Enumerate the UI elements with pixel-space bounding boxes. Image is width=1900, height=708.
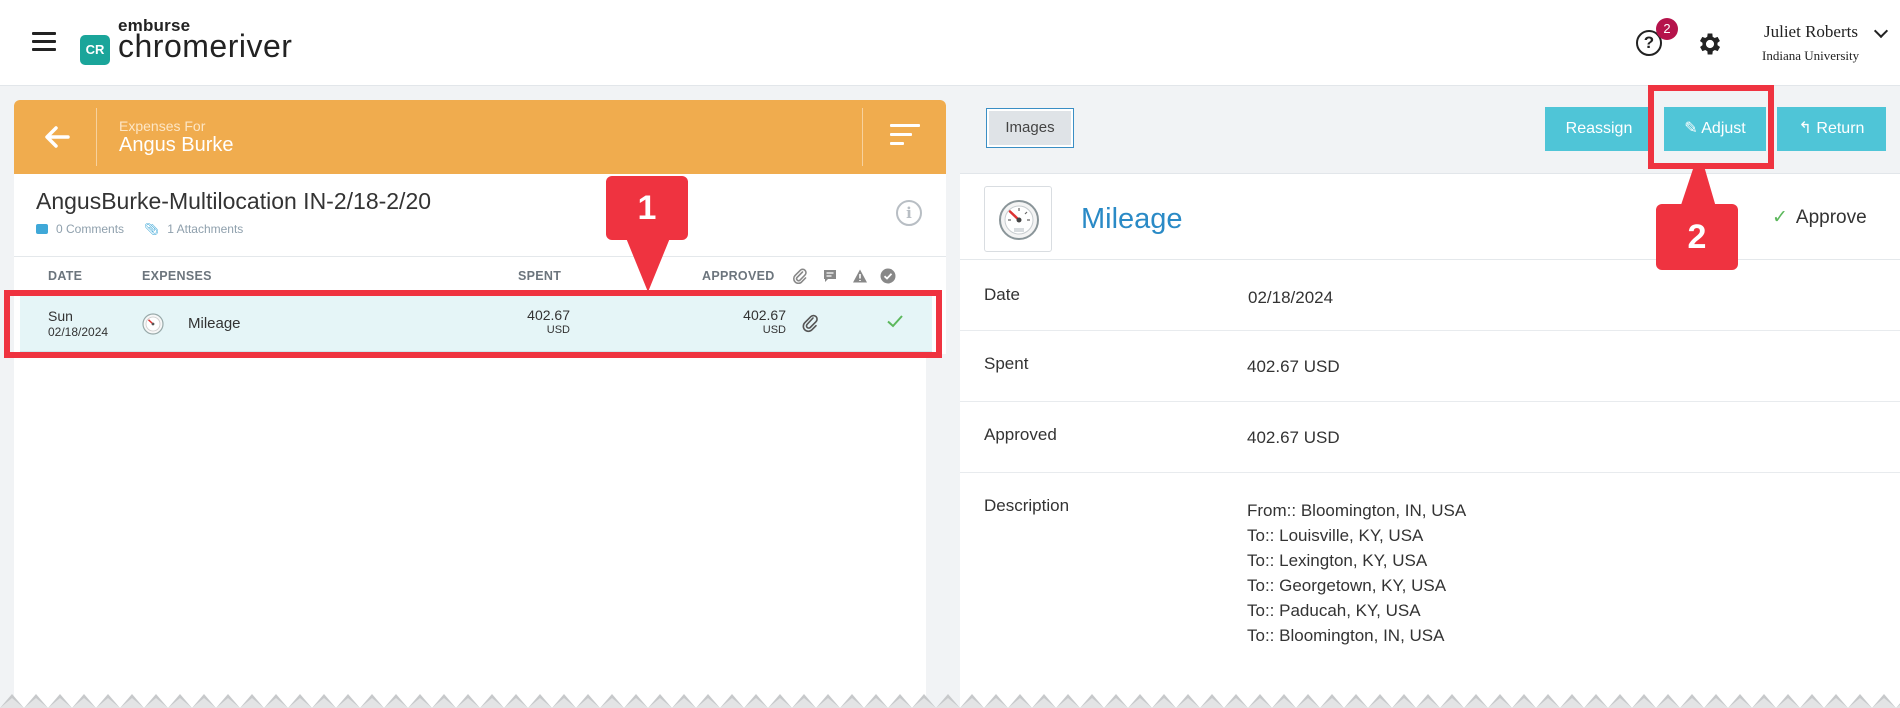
detail-row-date: Date 02/18/2024 bbox=[960, 261, 1900, 331]
description-line: To:: Louisville, KY, USA bbox=[1247, 526, 1424, 545]
annotation-highlight-row bbox=[4, 290, 942, 358]
description-line: From:: Bloomington, IN, USA bbox=[1247, 501, 1467, 520]
approve-button[interactable]: ✓ Approve bbox=[1772, 206, 1867, 229]
user-organization: Indiana University bbox=[1762, 48, 1860, 63]
logo-mark-icon: CR bbox=[80, 35, 110, 65]
approve-label: Approve bbox=[1795, 207, 1867, 228]
column-spent: SPENT bbox=[518, 269, 562, 283]
comment-icon bbox=[36, 224, 48, 234]
description-line: To:: Lexington, KY, USA bbox=[1247, 551, 1428, 570]
back-arrow-icon[interactable] bbox=[42, 122, 72, 152]
reply-icon: ↰ bbox=[1798, 120, 1812, 137]
return-label: Return bbox=[1816, 120, 1865, 137]
header-subtitle: Expenses For bbox=[119, 118, 206, 134]
help-badge: 2 bbox=[1656, 18, 1678, 40]
description-line: To:: Georgetown, KY, USA bbox=[1247, 576, 1447, 595]
comments-count[interactable]: 0 Comments bbox=[56, 222, 124, 236]
paperclip-icon: 📎︎ bbox=[144, 222, 160, 236]
comment-icon bbox=[824, 270, 836, 282]
info-icon[interactable]: i bbox=[896, 200, 922, 226]
detail-label: Description bbox=[984, 496, 1070, 515]
header-employee-name: Angus Burke bbox=[119, 134, 234, 156]
detail-row-approved: Approved 402.67 USD bbox=[960, 402, 1900, 473]
paperclip-icon bbox=[792, 268, 807, 284]
detail-label: Spent bbox=[984, 354, 1029, 373]
table-header: DATE EXPENSES SPENT APPROVED bbox=[14, 256, 946, 292]
expense-type-tile bbox=[984, 186, 1052, 252]
annotation-highlight-adjust bbox=[1648, 85, 1774, 169]
detail-row-spent: Spent 402.67 USD bbox=[960, 331, 1900, 402]
logo-chromeriver-text: chromeriver bbox=[118, 28, 293, 64]
expense-type-title: Mileage bbox=[1081, 203, 1183, 235]
images-button[interactable]: Images bbox=[986, 108, 1074, 148]
annotation-callout-2: 2 bbox=[1656, 204, 1738, 270]
user-name[interactable]: Juliet Roberts bbox=[1764, 22, 1858, 42]
detail-value: 402.67 USD bbox=[1247, 357, 1340, 376]
callout-pointer bbox=[626, 238, 670, 292]
expense-type-header: Mileage ✓ Approve bbox=[960, 174, 1900, 260]
header-divider bbox=[862, 108, 863, 166]
column-expenses: EXPENSES bbox=[142, 269, 212, 283]
detail-description: From:: Bloomington, IN, USA To:: Louisvi… bbox=[1247, 498, 1466, 648]
detail-row-description: Description From:: Bloomington, IN, USA … bbox=[960, 473, 1900, 673]
check-circle-icon bbox=[880, 268, 896, 284]
annotation-callout-1: 1 bbox=[606, 176, 688, 240]
speedometer-icon bbox=[999, 200, 1039, 240]
detail-label: Approved bbox=[984, 425, 1057, 444]
chevron-down-icon[interactable] bbox=[1873, 23, 1889, 39]
expense-detail-panel: Images Reassign ✎ Adjust ↰ Return Mileag… bbox=[960, 86, 1900, 708]
detail-value: 402.67 USD bbox=[1247, 428, 1340, 447]
report-meta: 0 Comments 📎︎ 1 Attachments bbox=[36, 222, 243, 236]
sort-icon[interactable] bbox=[890, 124, 920, 148]
top-bar: emburse CR chromeriver ? 2 Juliet Robert… bbox=[0, 0, 1900, 86]
reassign-button[interactable]: Reassign bbox=[1545, 107, 1653, 151]
column-approved: APPROVED bbox=[702, 269, 775, 283]
report-title: AngusBurke-Multilocation IN-2/18-2/20 bbox=[36, 188, 432, 214]
gear-icon[interactable] bbox=[1696, 30, 1724, 58]
expense-report-panel: Expenses For Angus Burke AngusBurke-Mult… bbox=[14, 100, 946, 708]
warning-icon bbox=[853, 269, 867, 283]
description-line: To:: Paducah, KY, USA bbox=[1247, 601, 1421, 620]
torn-edge bbox=[0, 690, 1900, 708]
attachments-count[interactable]: 1 Attachments bbox=[167, 222, 243, 236]
check-icon: ✓ bbox=[1772, 207, 1788, 228]
header-divider bbox=[96, 108, 97, 166]
return-button[interactable]: ↰ Return bbox=[1777, 107, 1886, 151]
menu-icon[interactable] bbox=[32, 32, 56, 52]
report-header: Expenses For Angus Burke bbox=[14, 100, 946, 174]
description-line: To:: Bloomington, IN, USA bbox=[1247, 626, 1445, 645]
detail-label: Date bbox=[984, 285, 1020, 304]
column-date: DATE bbox=[48, 269, 83, 283]
scrollbar[interactable] bbox=[926, 354, 946, 708]
detail-value: 02/18/2024 bbox=[1248, 288, 1334, 307]
